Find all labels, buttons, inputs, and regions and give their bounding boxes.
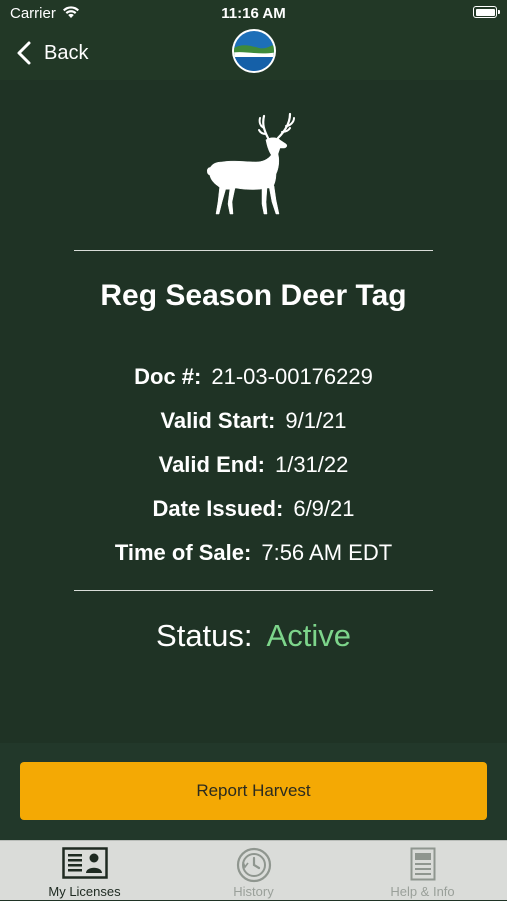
tab-label: My Licenses <box>48 884 121 899</box>
action-area: Report Harvest <box>0 743 507 840</box>
agency-logo-icon <box>232 29 276 73</box>
back-button[interactable]: Back <box>14 38 88 68</box>
status-value: Active <box>266 618 351 653</box>
status-row: Status: Active <box>0 618 507 654</box>
history-clock-icon <box>236 847 271 883</box>
tab-bar: My Licenses History Help & Info <box>0 840 507 900</box>
detail-row-time-of-sale: Time of Sale: 7:56 AM EDT <box>0 540 507 566</box>
deer-icon <box>206 112 295 215</box>
document-icon <box>410 847 435 881</box>
detail-row-doc-number: Doc #: 21-03-00176229 <box>0 364 507 390</box>
tab-history[interactable]: History <box>169 841 338 901</box>
detail-label: Valid Start: <box>160 408 276 433</box>
detail-row-valid-end: Valid End: 1/31/22 <box>0 452 507 478</box>
detail-label: Time of Sale: <box>114 540 252 565</box>
tab-label: Help & Info <box>390 884 455 899</box>
detail-label: Doc #: <box>134 364 202 389</box>
bottom-divider <box>74 590 433 591</box>
battery-icon <box>473 6 500 18</box>
detail-value: 21-03-00176229 <box>211 364 373 389</box>
tab-help-info[interactable]: Help & Info <box>338 841 507 901</box>
detail-label: Date Issued: <box>152 496 284 521</box>
detail-row-valid-start: Valid Start: 9/1/21 <box>0 408 507 434</box>
detail-value: 1/31/22 <box>274 452 349 477</box>
clock-time: 11:16 AM <box>221 5 286 22</box>
detail-label: Valid End: <box>158 452 265 477</box>
tab-label: History <box>233 884 274 899</box>
tab-my-licenses[interactable]: My Licenses <box>0 841 169 901</box>
detail-value: 9/1/21 <box>285 408 347 433</box>
status-label: Status: <box>156 618 253 653</box>
report-harvest-button[interactable]: Report Harvest <box>20 762 487 820</box>
back-label: Back <box>44 41 89 64</box>
status-bar: Carrier 11:16 AM <box>0 0 507 28</box>
chevron-left-icon <box>17 41 31 65</box>
license-card-icon <box>61 847 108 879</box>
license-title: Reg Season Deer Tag <box>100 279 407 312</box>
navigation-bar: Back <box>0 28 507 80</box>
detail-value: 6/9/21 <box>293 496 355 521</box>
detail-row-date-issued: Date Issued: 6/9/21 <box>0 496 507 522</box>
top-divider <box>74 250 433 251</box>
detail-value: 7:56 AM EDT <box>261 540 393 565</box>
